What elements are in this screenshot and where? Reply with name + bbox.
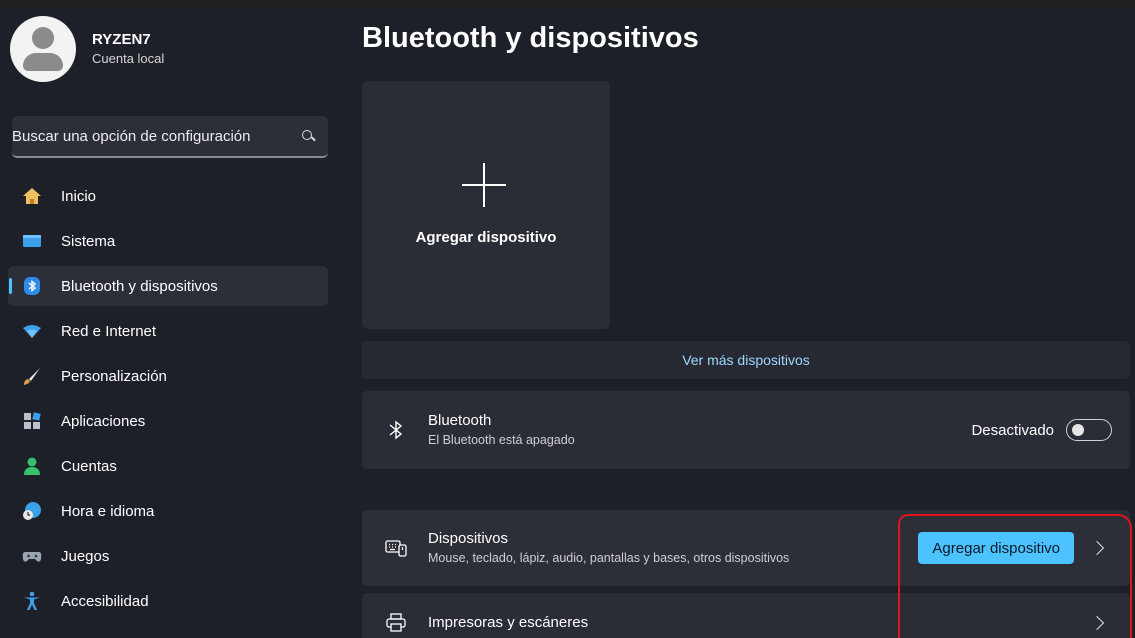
sidebar-item-hora[interactable]: Hora e idioma (8, 491, 328, 531)
sidebar-nav: Inicio Sistema Bluetooth y dispositivos … (0, 176, 340, 626)
bluetooth-icon (22, 276, 42, 296)
person-icon (22, 456, 42, 476)
bluetooth-state-label: Desactivado (971, 421, 1054, 439)
sidebar-item-red[interactable]: Red e Internet (8, 311, 328, 351)
wifi-icon (22, 321, 42, 341)
bluetooth-toggle[interactable] (1066, 419, 1112, 441)
keyboard-icon (384, 536, 408, 560)
sidebar-item-label: Sistema (61, 232, 116, 250)
sidebar-item-juegos[interactable]: Juegos (8, 536, 328, 576)
page-title: Bluetooth y dispositivos (362, 22, 699, 54)
sidebar-item-label: Juegos (61, 547, 110, 565)
sidebar-item-label: Accesibilidad (61, 592, 149, 610)
brush-icon (22, 366, 42, 386)
settings-window: RYZEN7 Cuenta local Inicio Sistema (0, 8, 1135, 638)
sidebar: RYZEN7 Cuenta local Inicio Sistema (0, 8, 340, 638)
more-devices-link[interactable]: Ver más dispositivos (682, 352, 810, 368)
home-icon (22, 186, 42, 206)
plus-icon (462, 163, 506, 207)
sidebar-item-label: Cuentas (61, 457, 117, 475)
bluetooth-subtitle: El Bluetooth está apagado (428, 433, 575, 447)
sidebar-item-inicio[interactable]: Inicio (8, 176, 328, 216)
apps-icon (22, 411, 42, 431)
bluetooth-icon (384, 418, 408, 442)
sidebar-item-personalizacion[interactable]: Personalización (8, 356, 328, 396)
devices-title: Dispositivos (428, 530, 509, 547)
gamepad-icon (22, 546, 42, 566)
bluetooth-title: Bluetooth (428, 412, 492, 429)
avatar (10, 16, 76, 82)
sidebar-item-label: Personalización (61, 367, 167, 385)
sidebar-item-aplicaciones[interactable]: Aplicaciones (8, 401, 328, 441)
accessibility-icon (22, 591, 42, 611)
monitor-icon (22, 231, 42, 251)
sidebar-item-label: Red e Internet (61, 322, 157, 340)
bluetooth-card: Bluetooth El Bluetooth está apagado Desa… (362, 391, 1130, 469)
sidebar-item-label: Inicio (61, 187, 97, 205)
devices-subtitle: Mouse, teclado, lápiz, audio, pantallas … (428, 551, 790, 565)
more-devices-bar[interactable]: Ver más dispositivos (362, 341, 1130, 379)
sidebar-item-label: Hora e idioma (61, 502, 155, 520)
add-device-tile-label: Agregar dispositivo (415, 229, 557, 246)
sidebar-item-sistema[interactable]: Sistema (8, 221, 328, 261)
red-highlight-annotation (898, 514, 1132, 638)
printer-icon (384, 611, 408, 635)
search-input[interactable] (12, 127, 292, 145)
sidebar-item-label: Bluetooth y dispositivos (61, 277, 218, 295)
search-box[interactable] (12, 116, 328, 158)
sidebar-item-bluetooth[interactable]: Bluetooth y dispositivos (8, 266, 328, 306)
sidebar-item-cuentas[interactable]: Cuentas (8, 446, 328, 486)
sidebar-item-accesibilidad[interactable]: Accesibilidad (8, 581, 328, 621)
clock-globe-icon (22, 501, 42, 521)
search-icon[interactable] (300, 128, 316, 144)
sidebar-item-label: Aplicaciones (61, 412, 146, 430)
profile-account-type: Cuenta local (92, 51, 165, 66)
add-device-tile[interactable]: Agregar dispositivo (362, 81, 610, 329)
user-profile[interactable]: RYZEN7 Cuenta local (10, 16, 164, 82)
profile-name: RYZEN7 (92, 31, 151, 48)
